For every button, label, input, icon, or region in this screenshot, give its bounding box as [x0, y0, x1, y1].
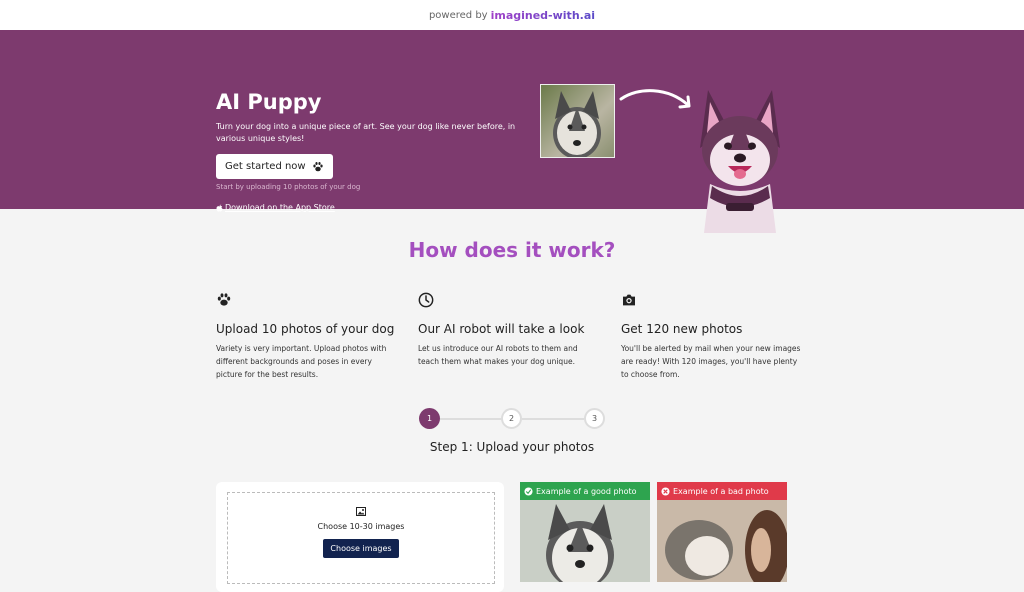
paw-icon	[217, 293, 231, 306]
feature-title: Get 120 new photos	[621, 322, 743, 336]
hero-subtitle: Turn your dog into a unique piece of art…	[216, 122, 516, 143]
upload-dropzone[interactable]: Choose 10-30 images Choose images	[227, 492, 495, 584]
step-1[interactable]: 1	[419, 408, 440, 429]
apple-icon	[216, 204, 223, 212]
feature-new-photos: Get 120 new photos You'll be alerted by …	[621, 292, 801, 381]
dog-art-illustration	[700, 90, 780, 233]
step-3[interactable]: 3	[584, 408, 605, 429]
hero-section: AI Puppy Turn your dog into a unique pie…	[0, 30, 1024, 233]
hero-title: AI Puppy	[216, 90, 322, 114]
feature-text: Variety is very important. Upload photos…	[216, 344, 387, 379]
bad-dog-photo	[657, 500, 787, 582]
good-photo-example: Example of a good photo	[520, 482, 650, 582]
dog-photo-thumbnail	[540, 84, 615, 158]
feature-ai-robot: Our AI robot will take a look Let us int…	[418, 292, 598, 368]
check-circle-icon	[524, 486, 533, 496]
arrow-icon	[619, 89, 691, 109]
image-icon	[356, 507, 366, 516]
brand-link[interactable]: imagined-with.ai	[491, 9, 595, 22]
cta-note: Start by uploading 10 photos of your dog	[216, 183, 361, 191]
feature-text: Let us introduce our AI robots to them a…	[418, 344, 578, 366]
app-store-label: Download on the App Store	[225, 203, 335, 212]
bad-photo-example: Example of a bad photo	[657, 482, 787, 582]
good-dog-photo	[520, 500, 650, 582]
bad-photo-label: Example of a bad photo	[673, 486, 769, 496]
camera-icon	[623, 294, 635, 306]
clock-icon	[418, 292, 434, 308]
feature-title: Our AI robot will take a look	[418, 322, 585, 336]
how-it-works-heading: How does it work?	[408, 238, 616, 262]
step-title: Step 1: Upload your photos	[429, 440, 595, 454]
paw-icon	[313, 161, 323, 171]
feature-title: Upload 10 photos of your dog	[216, 322, 395, 336]
app-store-link[interactable]: Download on the App Store	[216, 203, 335, 212]
powered-by-bar: powered by imagined-with.ai	[0, 0, 1024, 30]
stepper-connector	[522, 418, 584, 420]
stepper-connector	[440, 418, 502, 420]
feature-upload: Upload 10 photos of your dog Variety is …	[216, 292, 396, 381]
bad-photo-banner: Example of a bad photo	[657, 482, 787, 500]
stepper: 1 2 3	[419, 408, 605, 429]
good-photo-banner: Example of a good photo	[520, 482, 650, 500]
get-started-label: Get started now	[225, 161, 306, 172]
good-photo-label: Example of a good photo	[536, 486, 637, 496]
feature-text: You'll be alerted by mail when your new …	[621, 344, 801, 379]
step-2[interactable]: 2	[501, 408, 522, 429]
x-circle-icon	[661, 486, 670, 496]
choose-images-button[interactable]: Choose images	[323, 539, 399, 558]
get-started-button[interactable]: Get started now	[216, 154, 333, 179]
upload-instructions: Choose 10-30 images	[317, 522, 405, 531]
powered-by-text: powered by	[428, 9, 488, 21]
